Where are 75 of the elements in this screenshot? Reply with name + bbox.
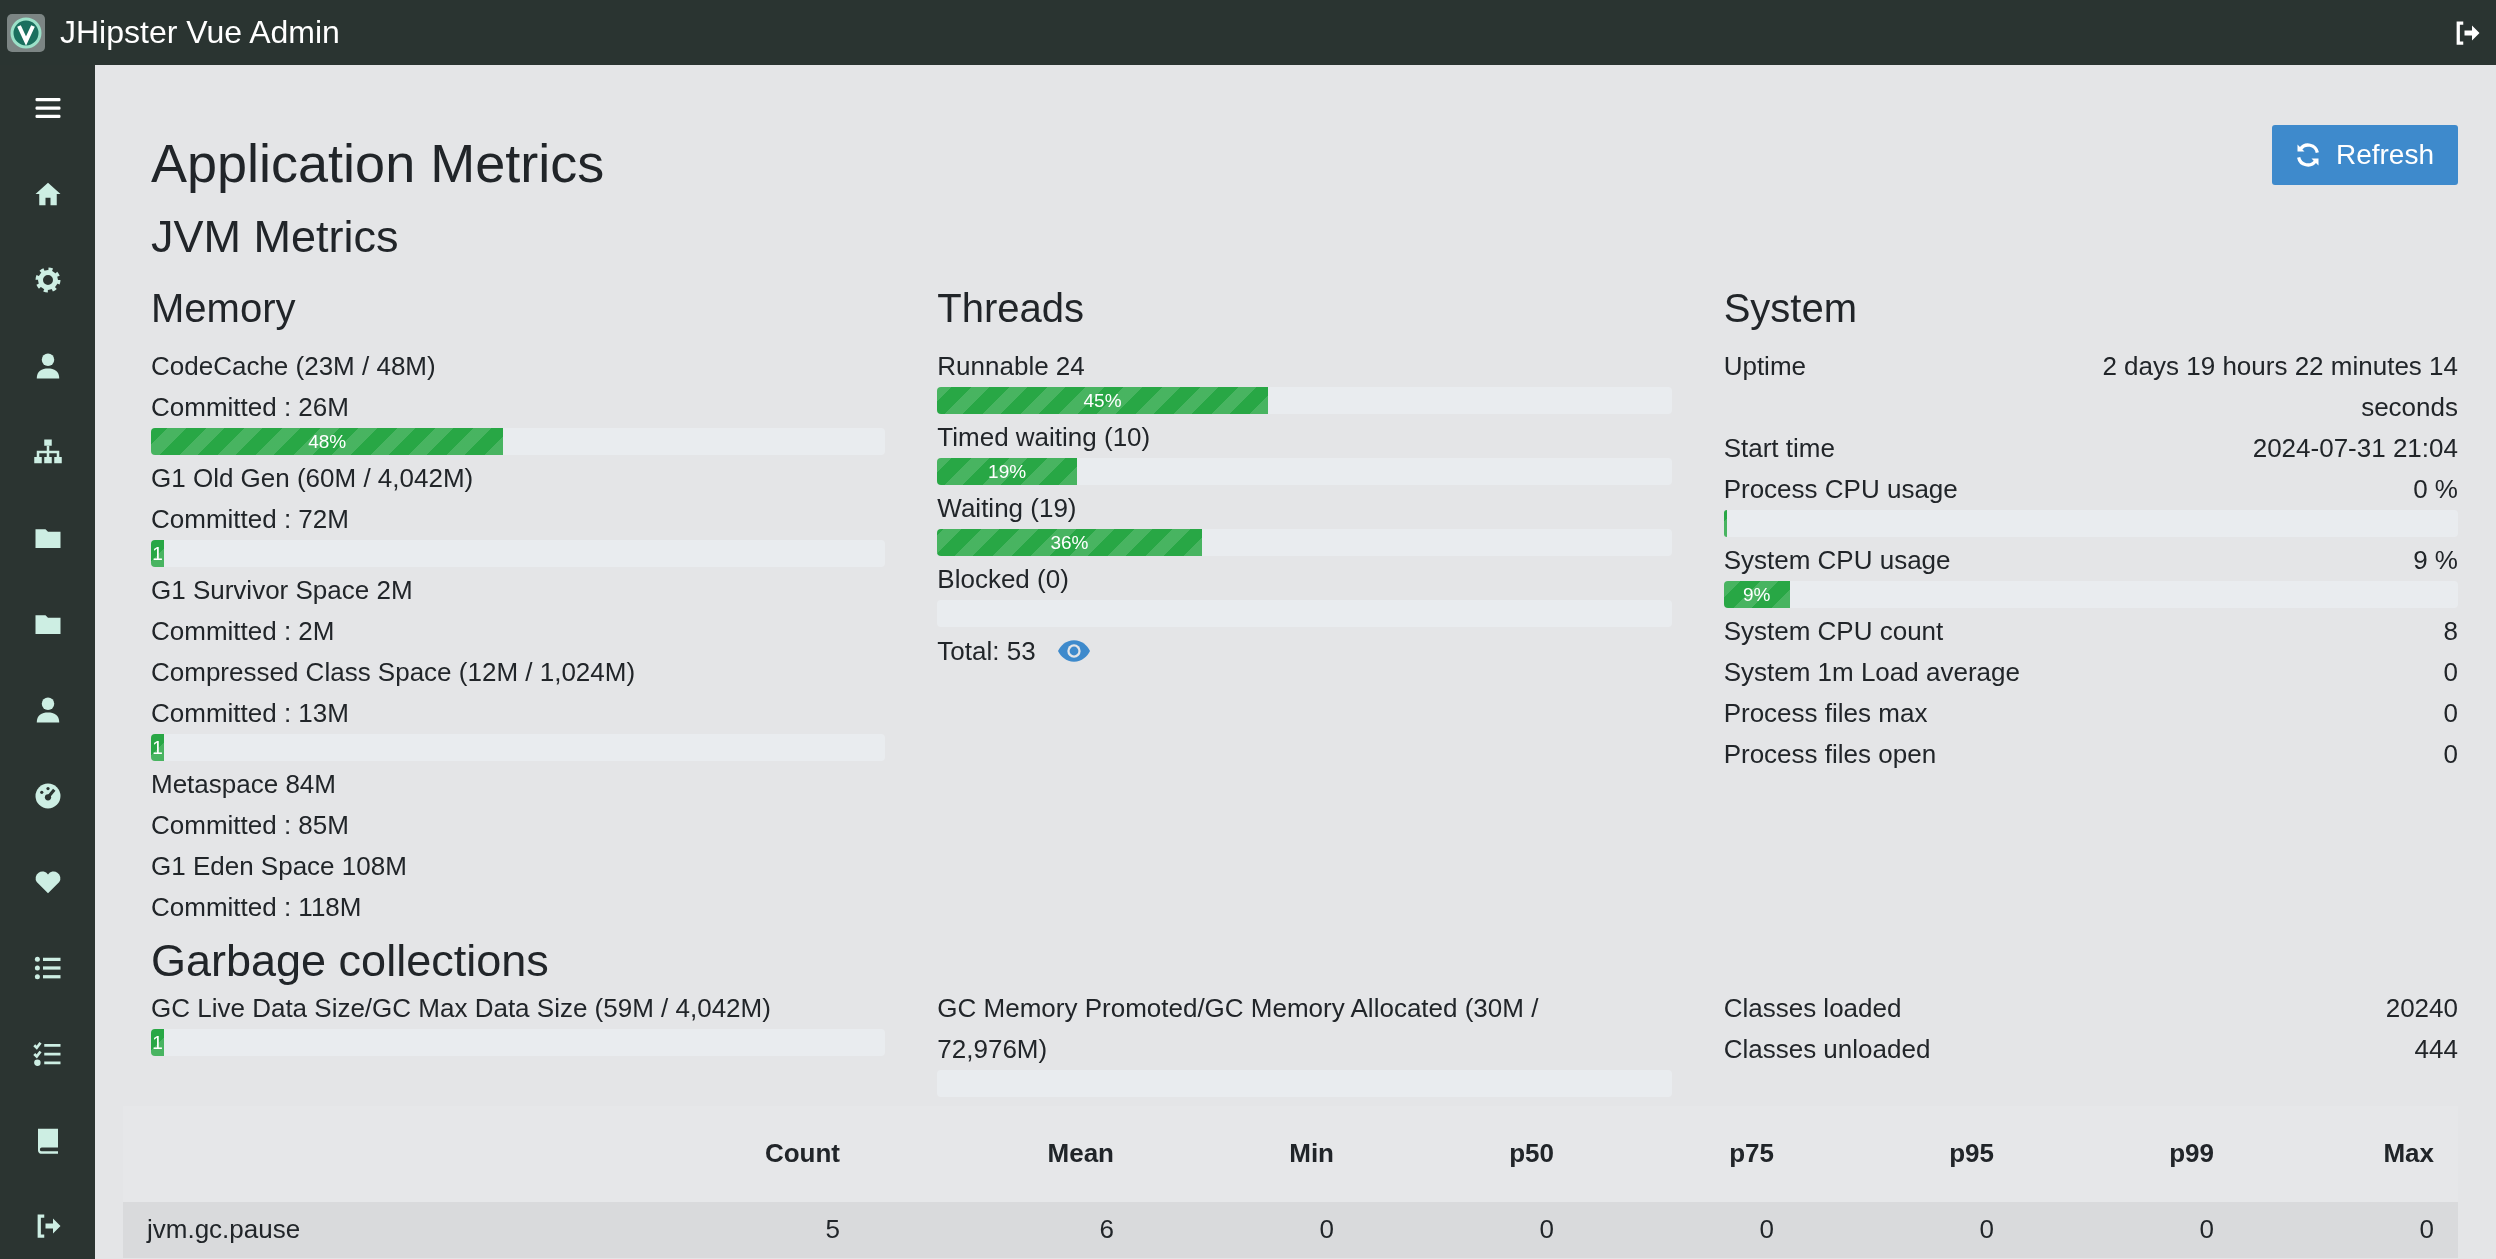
- progress-fill: 19%: [937, 457, 1077, 485]
- metric-value: 0: [2443, 696, 2458, 730]
- app-title[interactable]: JHipster Vue Admin: [60, 14, 340, 51]
- metric-label: Process CPU usage: [1723, 472, 1958, 506]
- memory-label: G1 Old Gen (60M / 4,042M): [151, 461, 475, 495]
- column-header: Mean: [1046, 1138, 1114, 1170]
- table-cell-text: 5: [824, 1214, 840, 1246]
- metric-value: 0 %: [2413, 472, 2458, 506]
- memory-label: CodeCache (23M / 48M): [151, 349, 437, 383]
- table-cell-text: 0: [1758, 1214, 1774, 1246]
- committed-label: Committed : 13M: [151, 696, 350, 730]
- metric-value: 20240: [2385, 991, 2458, 1025]
- refresh-button[interactable]: Refresh: [2271, 125, 2458, 185]
- metric-value: 0: [2443, 655, 2458, 689]
- committed-label: Committed : 85M: [151, 808, 350, 842]
- logo-icon[interactable]: [4, 12, 48, 53]
- memory-label: G1 Survivor Space 2M: [151, 573, 414, 607]
- table-cell-text: jvm.gc.pause: [147, 1214, 302, 1246]
- progress-fill: 48%: [151, 427, 504, 455]
- memory-label: Metaspace 84M: [151, 767, 337, 801]
- metric-label: Start time: [1723, 431, 1835, 465]
- threads-total: Total: 53: [937, 634, 1036, 668]
- table-cell-text: 6: [1098, 1214, 1114, 1246]
- column-header: Min: [1288, 1138, 1334, 1170]
- column-header: p99: [2168, 1138, 2214, 1170]
- table-cell-text: 0: [2418, 1214, 2434, 1246]
- progress-fill: 1: [151, 539, 164, 567]
- page-title: Application Metrics: [151, 132, 605, 195]
- column-header: p75: [1728, 1138, 1774, 1170]
- metric-value: 8: [2443, 614, 2458, 648]
- metric-label: Process files max: [1723, 696, 1928, 730]
- committed-label: Committed : 2M: [151, 614, 336, 648]
- metric-label: System CPU count: [1723, 614, 1944, 648]
- metric-value: 2024-07-31 21:04: [2252, 431, 2458, 465]
- column-header: p50: [1508, 1138, 1554, 1170]
- memory-label: Compressed Class Space (12M / 1,024M): [151, 655, 637, 689]
- metric-value: 2 days 19 hours 22 minutes 14 seconds: [2101, 349, 2458, 424]
- table-cell-text: 0: [1978, 1214, 1994, 1246]
- eye-icon[interactable]: [1057, 640, 1090, 663]
- metric-value: 0: [2443, 737, 2458, 771]
- section-title: Garbage collections: [151, 933, 550, 988]
- committed-label: Committed : 26M: [151, 390, 350, 424]
- progress-fill: 1: [151, 733, 164, 761]
- column-header: Count: [763, 1138, 840, 1170]
- system-title: System: [1723, 284, 1858, 332]
- thread-state-label: Blocked (0): [937, 562, 1070, 596]
- committed-label: Committed : 72M: [151, 502, 350, 536]
- metric-label: System 1m Load average: [1723, 655, 2020, 689]
- thread-state-label: Waiting (19): [937, 491, 1078, 525]
- progress-fill: 45%: [937, 386, 1268, 414]
- metric-value: 444: [2414, 1032, 2458, 1066]
- progress-fill: 9%: [1723, 580, 1790, 608]
- thread-state-label: Runnable 24: [937, 349, 1086, 383]
- progress-fill: 1: [151, 1028, 164, 1056]
- column-header: Max: [2382, 1138, 2434, 1170]
- progress-fill: 36%: [937, 528, 1202, 556]
- metric-label: Classes loaded: [1723, 991, 1902, 1025]
- metric-label: Classes unloaded: [1723, 1032, 1931, 1066]
- metric-label: Process files open: [1723, 737, 1937, 771]
- metric-label: Uptime: [1723, 349, 1806, 383]
- column-header: p95: [1948, 1138, 1994, 1170]
- memory-title: Memory: [151, 284, 297, 332]
- table-cell-text: 0: [2198, 1214, 2214, 1246]
- table-cell-text: 0: [1318, 1214, 1334, 1246]
- thread-state-label: Timed waiting (10): [937, 420, 1152, 454]
- memory-label: G1 Eden Space 108M: [151, 849, 408, 883]
- gc-metric-label: GC Live Data Size/GC Max Data Size (59M / 4,042M): [151, 991, 772, 1025]
- committed-label: Committed : 118M: [151, 890, 363, 924]
- metric-label: System CPU usage: [1723, 543, 1951, 577]
- threads-title: Threads: [937, 284, 1086, 332]
- metric-value: 9 %: [2413, 543, 2458, 577]
- table-cell-text: 0: [1538, 1214, 1554, 1246]
- section-title: JVM Metrics: [151, 209, 400, 264]
- checklist-icon[interactable]: [32, 1039, 63, 1069]
- gc-metric-label: GC Memory Promoted/GC Memory Allocated (30M / 72,976M): [937, 991, 1540, 1066]
